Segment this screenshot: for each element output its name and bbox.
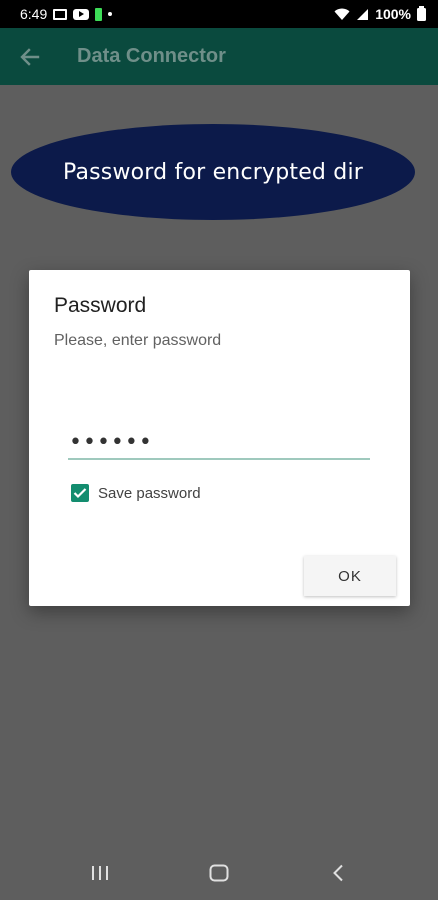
check-icon bbox=[73, 488, 87, 499]
password-input[interactable] bbox=[68, 426, 370, 460]
status-bar: 6:49 100% bbox=[0, 0, 438, 28]
dot-icon bbox=[108, 12, 113, 16]
banner: Password for encrypted dir bbox=[11, 124, 415, 220]
wifi-icon bbox=[334, 8, 350, 21]
app-bar: Data Connector bbox=[0, 28, 438, 85]
status-time: 6:49 bbox=[20, 6, 48, 22]
recents-button[interactable] bbox=[70, 846, 130, 900]
app-title: Data Connector bbox=[77, 45, 226, 67]
image-icon bbox=[53, 8, 68, 20]
home-icon bbox=[209, 864, 229, 882]
battery-icon bbox=[417, 5, 426, 21]
back-icon bbox=[333, 864, 344, 882]
arrow-left-icon bbox=[20, 47, 40, 66]
battery-percent: 100% bbox=[375, 6, 411, 22]
recents-icon bbox=[91, 866, 108, 880]
home-button[interactable] bbox=[189, 846, 249, 900]
battery-charging-icon bbox=[95, 7, 103, 21]
save-password-row[interactable]: Save password bbox=[71, 484, 201, 502]
save-password-label: Save password bbox=[98, 484, 201, 502]
dialog-title: Password bbox=[54, 294, 147, 317]
dialog-message: Please, enter password bbox=[54, 332, 222, 349]
status-bar-right: 100% bbox=[334, 5, 426, 22]
banner-text: Password for encrypted dir bbox=[62, 159, 364, 185]
youtube-icon bbox=[73, 8, 90, 20]
signal-icon bbox=[356, 8, 369, 21]
status-bar-left: 6:49 bbox=[20, 6, 113, 22]
back-button[interactable] bbox=[0, 28, 60, 85]
nav-back-button[interactable] bbox=[308, 846, 368, 900]
ok-button[interactable]: OK bbox=[304, 556, 396, 596]
password-dialog: Password Please, enter password Save pas… bbox=[29, 270, 410, 606]
save-password-checkbox[interactable] bbox=[71, 484, 89, 502]
nav-bar bbox=[0, 846, 438, 900]
